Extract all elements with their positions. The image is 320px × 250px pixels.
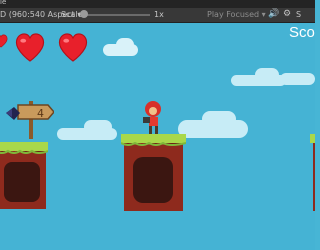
cloud xyxy=(116,38,134,52)
scale-value: 1x xyxy=(154,10,164,19)
cloud xyxy=(280,73,315,85)
play-mode-label: Play Focused xyxy=(207,10,260,19)
chevron-down-icon: ▾ xyxy=(261,10,266,19)
cloud xyxy=(255,68,279,82)
scale-slider-handle[interactable] xyxy=(80,10,88,18)
platform xyxy=(310,134,315,211)
stats-button[interactable]: S xyxy=(296,10,301,19)
cloud xyxy=(84,120,112,134)
cloud xyxy=(202,111,236,127)
heart-icon xyxy=(15,33,45,62)
window-title: le xyxy=(0,0,7,6)
scale-slider[interactable] xyxy=(84,14,150,16)
heart-icon xyxy=(58,33,88,62)
number-sign-icon: 4 xyxy=(6,101,54,139)
heart-icon xyxy=(0,34,8,48)
speaker-icon[interactable]: 🔊 xyxy=(268,9,279,19)
svg-text:4: 4 xyxy=(37,107,44,120)
player-character-icon xyxy=(143,101,161,134)
game-view-toolbar: D (960:540 Aspect ▾ Scale 1x Play Focuse… xyxy=(0,8,315,23)
window-title-strip: le xyxy=(0,0,315,8)
game-viewport[interactable]: Sco 4 xyxy=(0,23,315,250)
gizmo-icon[interactable]: ⚙ xyxy=(283,9,291,19)
platform xyxy=(121,134,186,211)
play-mode-dropdown[interactable]: Play Focused ▾ xyxy=(207,10,266,19)
platform xyxy=(0,142,48,209)
score-label: Sco xyxy=(289,24,315,41)
